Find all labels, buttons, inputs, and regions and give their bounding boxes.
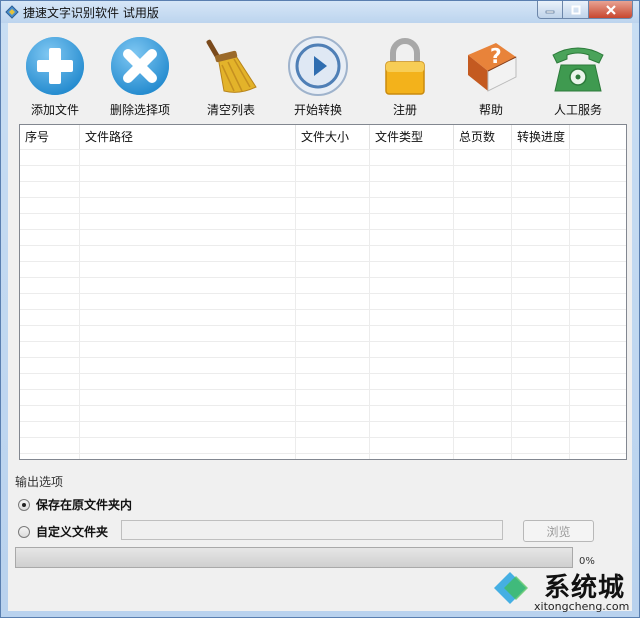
- telephone-icon: [552, 47, 604, 92]
- column-divider: [369, 149, 370, 459]
- plus-circle-icon: [26, 37, 84, 95]
- column-header-progress[interactable]: 转换进度: [512, 125, 570, 149]
- save-in-original-label: 保存在原文件夹内: [36, 498, 133, 512]
- manual-service-label: 人工服务: [553, 103, 602, 117]
- register-label: 注册: [392, 103, 417, 117]
- help-label: 帮助: [478, 103, 503, 117]
- lock-icon: [385, 38, 425, 95]
- minimize-button[interactable]: [537, 1, 563, 19]
- title-bar[interactable]: 捷速文字识别软件 试用版: [1, 1, 639, 23]
- register-button[interactable]: 注册: [365, 35, 445, 119]
- svg-text:?: ?: [490, 44, 502, 68]
- add-file-button[interactable]: 添加文件: [15, 35, 95, 119]
- close-button[interactable]: [589, 1, 633, 19]
- delete-selected-button[interactable]: 删除选择项: [100, 35, 180, 119]
- table-body: [20, 149, 626, 459]
- column-header-type[interactable]: 文件类型: [370, 125, 454, 149]
- custom-folder-label: 自定义文件夹: [36, 525, 109, 539]
- add-file-label: 添加文件: [30, 103, 79, 117]
- custom-folder-option[interactable]: 自定义文件夹: [18, 523, 108, 540]
- clear-list-button[interactable]: 清空列表: [191, 35, 271, 119]
- custom-folder-path-input[interactable]: [121, 520, 503, 540]
- help-book-icon: ?: [468, 43, 517, 92]
- column-divider: [295, 149, 296, 459]
- help-button[interactable]: ? 帮助: [451, 35, 531, 119]
- start-convert-button[interactable]: 开始转换: [278, 35, 358, 119]
- clear-list-label: 清空列表: [206, 103, 255, 117]
- app-icon: [5, 5, 19, 19]
- maximize-button[interactable]: [563, 1, 589, 19]
- browse-button[interactable]: 浏览: [523, 520, 594, 542]
- radio-unselected[interactable]: [18, 525, 30, 538]
- column-divider: [453, 149, 454, 459]
- broom-icon: [206, 39, 257, 93]
- close-icon: [605, 4, 616, 15]
- window-title: 捷速文字识别软件 试用版: [23, 6, 159, 20]
- output-options-title: 输出选项: [15, 475, 64, 489]
- x-circle-icon: [111, 37, 169, 95]
- maximize-icon: [571, 5, 580, 14]
- column-header-path[interactable]: 文件路径: [80, 125, 296, 149]
- radio-selected[interactable]: [18, 498, 30, 511]
- save-in-original-option[interactable]: 保存在原文件夹内: [18, 496, 132, 513]
- toolbar: 添加文件 删除选择项 清空列表 开始转换 注册 ? 帮助 人工服务: [8, 23, 632, 119]
- app-window: 捷速文字识别软件 试用版 添加文件 删除选择项 清空列表 开始转换 注册 ? 帮…: [0, 0, 640, 618]
- start-convert-label: 开始转换: [293, 103, 342, 117]
- window-controls: [537, 1, 633, 19]
- column-divider: [79, 149, 80, 459]
- delete-selected-label: 删除选择项: [109, 103, 170, 117]
- minimize-icon: [545, 10, 555, 13]
- column-divider: [569, 149, 570, 459]
- play-icon: [288, 36, 348, 96]
- column-header-filler: [570, 125, 626, 149]
- column-header-size[interactable]: 文件大小: [296, 125, 370, 149]
- column-divider: [511, 149, 512, 459]
- column-header-index[interactable]: 序号: [20, 125, 80, 149]
- file-list-table[interactable]: 序号 文件路径 文件大小 文件类型 总页数 转换进度: [19, 124, 627, 460]
- main-panel: 添加文件 删除选择项 清空列表 开始转换 注册 ? 帮助 人工服务 序号 文件路…: [8, 23, 632, 611]
- column-header-pages[interactable]: 总页数: [454, 125, 512, 149]
- watermark-url: xitongcheng.com: [534, 600, 630, 613]
- watermark-brand: 系统城: [544, 573, 626, 603]
- manual-service-button[interactable]: 人工服务: [538, 35, 618, 119]
- table-header: 序号 文件路径 文件大小 文件类型 总页数 转换进度: [20, 125, 626, 150]
